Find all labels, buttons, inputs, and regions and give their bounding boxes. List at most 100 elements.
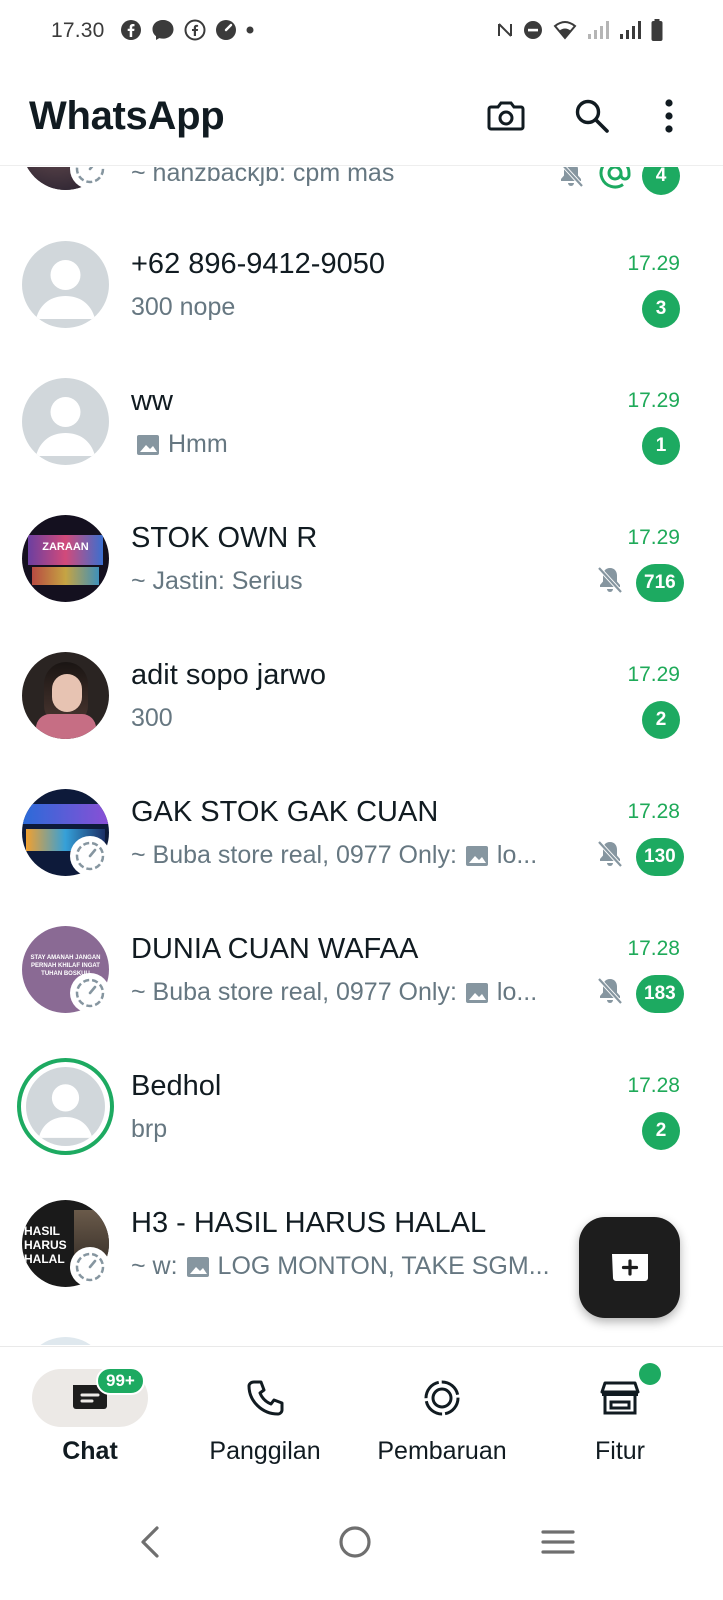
tab-updates-label: Pembaruan — [377, 1437, 507, 1465]
search-button[interactable] — [570, 94, 614, 138]
more-vert-icon — [665, 99, 673, 133]
mention-icon — [599, 167, 631, 189]
chat-last-message: ~ hanzbackjb: cpm mas — [131, 167, 394, 188]
chat-message-sender: ~ w: — [131, 1252, 178, 1280]
chat-row[interactable]: STAY AMANAH JANGAN PERNAH KHILAF INGAT T… — [0, 893, 723, 1030]
unread-badge: 4 — [642, 167, 680, 195]
camera-button[interactable] — [484, 94, 528, 138]
default-avatar-icon — [36, 260, 95, 319]
muted-icon — [561, 167, 584, 188]
tab-tools-indicator — [562, 1363, 678, 1427]
chat-time: 17.29 — [627, 389, 680, 412]
tab-chat[interactable]: 99+ Chat — [0, 1367, 180, 1466]
facebook-icon — [121, 20, 141, 40]
tab-chat-label: Chat — [62, 1437, 118, 1465]
chat-time: 17.28 — [627, 1074, 680, 1097]
chat-name: adit sopo jarwo — [131, 659, 327, 691]
chat-time: 17.28 — [627, 800, 680, 823]
avatar — [22, 241, 109, 328]
chat-row[interactable]: ~ hanzbackjb: cpm mas 4 — [0, 167, 723, 208]
status-ring-icon — [75, 841, 105, 871]
recents-icon — [541, 1530, 575, 1554]
chat-row[interactable]: ww 17.29 Hmm 1 — [0, 345, 723, 482]
avatar — [22, 1337, 109, 1345]
app-title: WhatsApp — [29, 94, 225, 138]
messenger-icon — [152, 20, 174, 40]
new-chat-icon — [611, 1253, 648, 1281]
chat-last-message: ~ w: LOG MONTON, TAKE SGM... — [131, 1252, 550, 1281]
back-icon — [141, 1526, 159, 1558]
chat-time: 17.28 — [627, 937, 680, 960]
phone-icon — [247, 1380, 284, 1416]
updates-icon — [424, 1380, 460, 1416]
camera-icon — [487, 101, 525, 131]
wifi-icon — [553, 21, 577, 40]
chat-time: 17.29 — [627, 252, 680, 275]
chat-unread-badge: 99+ — [96, 1367, 145, 1395]
tab-tools[interactable]: Fitur — [530, 1363, 710, 1466]
status-update-ring — [70, 1247, 110, 1287]
chat-name: GAK STOK GAK CUAN — [131, 796, 439, 828]
chat-list: ~ hanzbackjb: cpm mas 4 +62 896-9412-905… — [0, 167, 723, 1345]
new-chat-button[interactable] — [579, 1217, 680, 1318]
chat-message-text: LOG MONTON, TAKE SGM... — [217, 1252, 550, 1280]
status-ring-icon — [75, 167, 105, 184]
avatar: ZARAAN — [22, 515, 109, 602]
chat-row[interactable]: ZARAAN STOK OWN R 17.29 ~ Jastin: Serius… — [0, 482, 723, 619]
unread-badge: 183 — [636, 975, 684, 1013]
chat-name: Bedhol — [131, 1070, 222, 1102]
speed-icon — [216, 20, 236, 40]
system-navigation-bar — [0, 1486, 723, 1600]
chat-name: STOK OWN R — [131, 522, 318, 554]
chat-message-text: lo... — [496, 841, 538, 869]
avatar — [26, 1067, 105, 1146]
muted-icon — [597, 840, 623, 868]
more-notifications-dot-icon — [246, 26, 254, 34]
chat-message-text: 300 — [131, 704, 173, 732]
app-header: WhatsApp — [0, 66, 723, 166]
chat-last-message: ~ Buba store real, 0977 Only: lo... — [131, 978, 537, 1007]
tab-calls[interactable]: Panggilan — [175, 1369, 355, 1466]
avatar-text: ZARAAN — [42, 541, 89, 553]
search-icon — [575, 99, 609, 133]
home-icon — [339, 1526, 371, 1558]
tab-updates-indicator — [384, 1369, 500, 1427]
chat-row[interactable]: GAK STOK GAK CUAN 17.28 ~ Buba store rea… — [0, 756, 723, 893]
chat-message-sender: ~ Buba store real, 0977 Only: — [131, 978, 457, 1006]
unread-badge: 3 — [642, 290, 680, 328]
chat-message-text: Hmm — [168, 430, 228, 458]
status-ring-icon — [75, 978, 105, 1008]
unread-badge: 716 — [636, 564, 684, 602]
recents-button[interactable] — [528, 1512, 588, 1572]
store-icon — [600, 1381, 640, 1415]
unread-badge: 2 — [642, 1112, 680, 1150]
tools-new-dot — [639, 1363, 661, 1385]
menu-button[interactable] — [647, 94, 691, 138]
chat-last-message: ~ Jastin: Serius — [131, 567, 303, 596]
avatar — [22, 378, 109, 465]
unread-badge: 2 — [642, 701, 680, 739]
image-icon — [186, 1256, 209, 1277]
system-status-icons — [497, 19, 663, 41]
default-avatar-icon — [38, 1084, 93, 1138]
chat-name: H3 - HASIL HARUS HALAL — [131, 1207, 487, 1239]
chat-last-message: brp — [131, 1115, 167, 1144]
nfc-icon — [498, 23, 512, 37]
chat-message-text: brp — [131, 1115, 168, 1143]
chat-message-text: ~ Jastin: Serius — [131, 567, 303, 595]
facebook-outline-icon — [184, 19, 206, 41]
tab-chat-indicator: 99+ — [32, 1367, 148, 1427]
chat-row[interactable]: adit sopo jarwo 17.29 300 2 — [0, 619, 723, 756]
image-icon — [137, 434, 159, 455]
chat-row[interactable]: +62 896-9412-9050 17.29 300 nope 3 — [0, 208, 723, 345]
chat-time: 17.29 — [627, 663, 680, 686]
unread-badge: 1 — [642, 427, 680, 465]
home-button[interactable] — [325, 1512, 385, 1572]
status-bar: 17.30 — [0, 0, 723, 66]
status-update-ring — [70, 836, 110, 876]
tab-calls-indicator — [207, 1369, 323, 1427]
tab-calls-label: Panggilan — [209, 1437, 321, 1465]
tab-updates[interactable]: Pembaruan — [352, 1369, 532, 1466]
back-button[interactable] — [120, 1512, 180, 1572]
chat-row[interactable]: Bedhol 17.28 brp 2 — [0, 1030, 723, 1167]
